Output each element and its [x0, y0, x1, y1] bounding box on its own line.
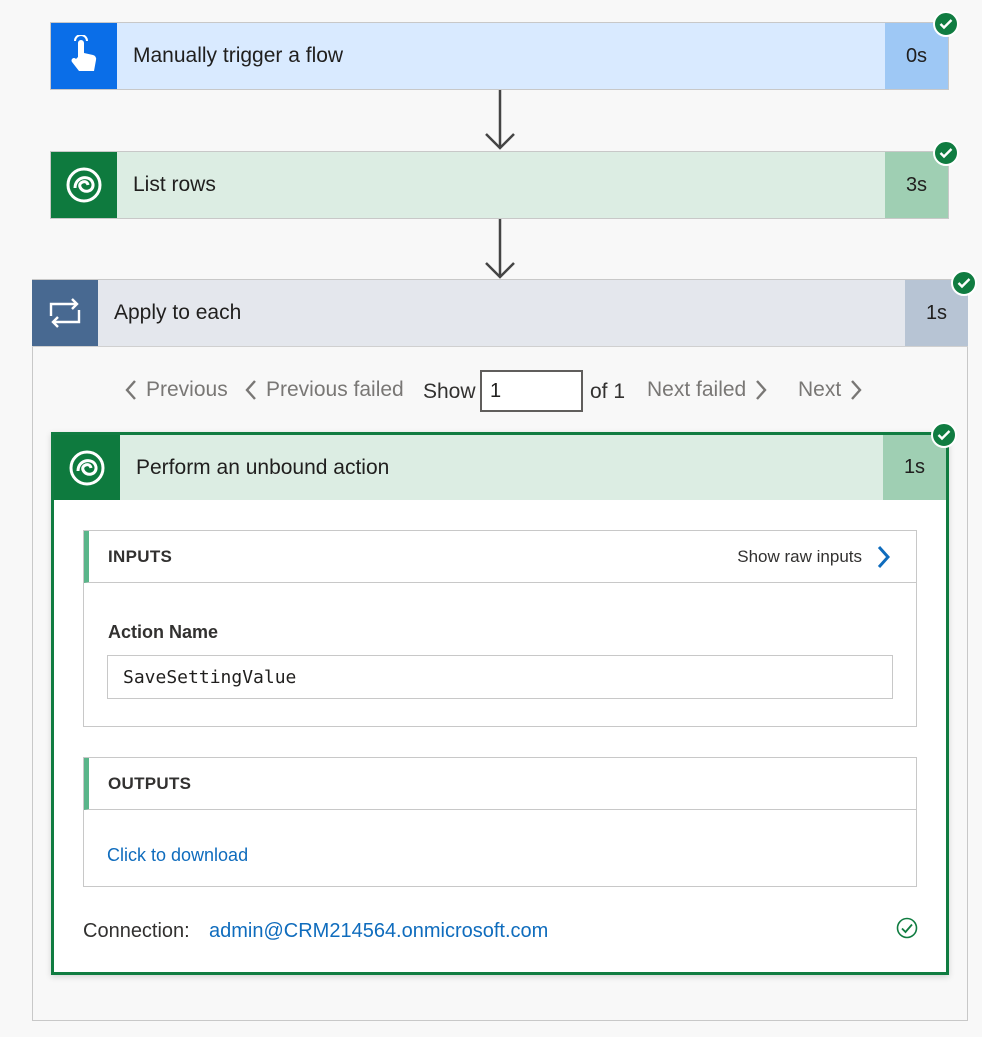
inputs-title: INPUTS [108, 546, 173, 566]
previous-button[interactable]: Previous [124, 378, 228, 402]
action-name-field[interactable]: SaveSettingValue [107, 655, 893, 699]
next-button[interactable]: Next [798, 378, 863, 402]
inputs-header: INPUTS Show raw inputs [84, 531, 916, 583]
trigger-title: Manually trigger a flow [133, 44, 344, 67]
show-raw-inputs-button[interactable]: Show raw inputs [737, 545, 890, 569]
show-label: Show [423, 380, 476, 403]
chevron-left-icon [245, 380, 256, 400]
outputs-header: OUTPUTS [84, 758, 916, 810]
unbound-action-card: Perform an unbound action 1s INPUTS Show… [51, 432, 949, 975]
unbound-action-title: Perform an unbound action [136, 455, 390, 479]
connection-ok-icon [896, 917, 918, 939]
apply-to-each-icon-box [32, 280, 98, 346]
action-name-value: SaveSettingValue [123, 666, 297, 688]
outputs-section: OUTPUTS Click to download [83, 757, 917, 887]
next-failed-button[interactable]: Next failed [647, 378, 768, 402]
inputs-section: INPUTS Show raw inputs Action Name SaveS… [83, 530, 917, 727]
connection-link[interactable]: admin@CRM214564.onmicrosoft.com [209, 920, 548, 943]
iteration-pager: Previous Previous failed Show of 1 Next … [0, 370, 982, 414]
trigger-step[interactable]: Manually trigger a flow 0s [50, 22, 949, 90]
arrow-down-icon [485, 219, 515, 279]
apply-to-each-step[interactable]: Apply to each 1s [32, 280, 968, 347]
trigger-success-icon [933, 11, 959, 37]
dataverse-icon [69, 450, 105, 485]
previous-failed-label: Previous failed [266, 378, 404, 401]
chevron-right-icon [756, 380, 767, 400]
next-label: Next [798, 378, 842, 401]
download-link[interactable]: Click to download [107, 845, 248, 866]
action-name-label: Action Name [108, 622, 219, 642]
apply-to-each-title: Apply to each [114, 301, 242, 324]
chevron-right-icon [851, 380, 862, 400]
connection-label: Connection: [83, 920, 190, 942]
of-total-label: of 1 [590, 380, 626, 403]
apply-to-each-success-icon [951, 270, 977, 296]
dataverse-icon [66, 167, 102, 203]
previous-label: Previous [146, 378, 228, 401]
list-rows-success-icon [933, 140, 959, 166]
trigger-icon-box [51, 23, 117, 89]
unbound-action-icon-box [54, 435, 120, 500]
arrow-down-icon [485, 90, 515, 150]
list-rows-icon-box [51, 152, 117, 218]
loop-icon [49, 298, 81, 328]
chevron-right-icon [877, 545, 890, 568]
unbound-action-success-icon [931, 422, 957, 448]
iteration-input[interactable] [480, 370, 583, 412]
previous-failed-button[interactable]: Previous failed [244, 378, 404, 402]
outputs-title: OUTPUTS [108, 773, 192, 793]
show-raw-inputs-label: Show raw inputs [737, 546, 862, 566]
next-failed-label: Next failed [647, 378, 747, 401]
unbound-action-header[interactable]: Perform an unbound action 1s [54, 435, 946, 500]
list-rows-step[interactable]: List rows 3s [50, 151, 949, 219]
touch-hand-icon [71, 35, 97, 71]
list-rows-title: List rows [133, 173, 216, 196]
chevron-left-icon [125, 380, 136, 400]
